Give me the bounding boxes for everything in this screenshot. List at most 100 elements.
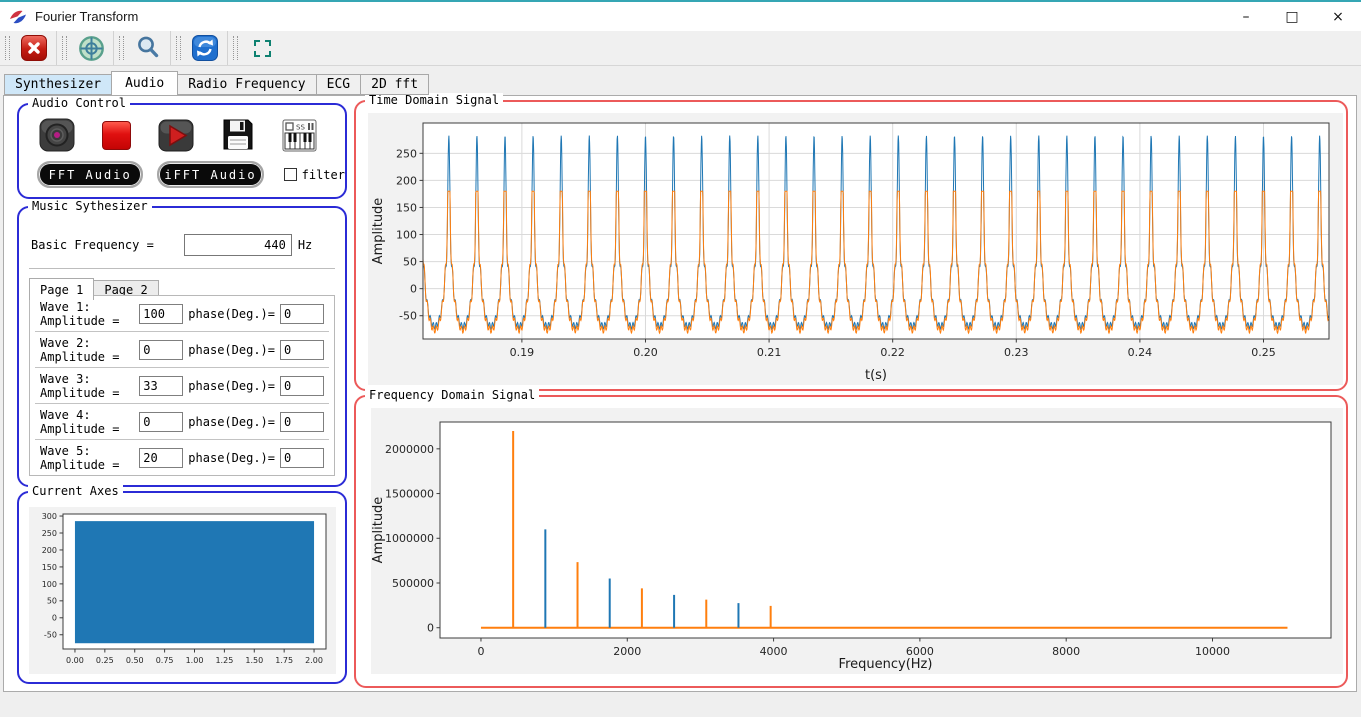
tab-label: Synthesizer xyxy=(15,77,102,92)
svg-text:150: 150 xyxy=(396,201,417,214)
toolbar-drag-handle[interactable] xyxy=(119,36,124,60)
wave-phase-input[interactable] xyxy=(280,375,324,396)
toolbar xyxy=(0,31,1361,66)
filter-checkbox[interactable] xyxy=(283,168,297,181)
toolbar-drag-handle[interactable] xyxy=(62,36,67,60)
wave-row: Wave 1: Amplitude = phase(Deg.)= xyxy=(35,296,329,331)
group-title: Current Axes xyxy=(28,484,123,499)
wave-amplitude-label: Wave 4: Amplitude = xyxy=(40,407,120,436)
tab-label: ECG xyxy=(326,77,351,92)
piano-icon[interactable]: SS xyxy=(282,119,317,152)
svg-text:1500000: 1500000 xyxy=(385,488,434,501)
close-tool-button[interactable] xyxy=(19,33,49,63)
svg-text:10000: 10000 xyxy=(1195,645,1230,658)
play-icon[interactable] xyxy=(158,119,194,152)
audio-tab-page: Audio Control SS FFT Audio iFFT Audio fi… xyxy=(3,93,1357,692)
toolbar-drag-handle[interactable] xyxy=(5,36,10,60)
main-tabbar: Synthesizer Audio Radio Frequency ECG 2D… xyxy=(4,71,430,95)
tab-label: Radio Frequency xyxy=(188,77,306,92)
svg-text:500000: 500000 xyxy=(392,577,434,590)
svg-text:1.25: 1.25 xyxy=(215,656,233,665)
maximize-button[interactable]: □ xyxy=(1269,2,1315,31)
refresh-tool-button[interactable] xyxy=(190,33,220,63)
wave-amplitude-input[interactable] xyxy=(139,447,184,468)
svg-text:0.24: 0.24 xyxy=(1128,346,1153,359)
tab-label: Page 1 xyxy=(40,282,84,297)
tab-ecg[interactable]: ECG xyxy=(315,74,362,95)
time-domain-group: Time Domain Signal 0.19 0.20 0.21 0.22 0.23 0… xyxy=(354,93,1348,391)
target-tool-button[interactable] xyxy=(76,33,106,63)
wave-row: Wave 5: Amplitude = phase(Deg.)= xyxy=(35,439,329,475)
group-title: Audio Control xyxy=(28,96,130,111)
svg-text:1.00: 1.00 xyxy=(186,656,204,665)
svg-text:100: 100 xyxy=(396,228,417,241)
save-icon[interactable] xyxy=(220,118,255,152)
close-button[interactable]: × xyxy=(1315,2,1361,31)
svg-text:-50: -50 xyxy=(399,310,417,323)
svg-text:0.22: 0.22 xyxy=(880,346,905,359)
svg-text:200: 200 xyxy=(42,546,57,555)
svg-text:1000000: 1000000 xyxy=(385,532,434,545)
stop-icon[interactable] xyxy=(101,120,131,150)
toolbar-drag-handle[interactable] xyxy=(176,36,181,60)
wave-phase-input[interactable] xyxy=(280,447,324,468)
svg-text:200: 200 xyxy=(396,174,417,187)
svg-text:0.00: 0.00 xyxy=(66,656,84,665)
zoom-tool-button[interactable] xyxy=(133,33,163,63)
tab-radio-frequency[interactable]: Radio Frequency xyxy=(177,74,317,95)
frequency-unit-label: Hz xyxy=(297,238,313,252)
wave-phase-label: phase(Deg.)= xyxy=(188,378,275,393)
tab-page-1[interactable]: Page 1 xyxy=(29,278,95,300)
svg-text:0.21: 0.21 xyxy=(757,346,782,359)
wave-amplitude-input[interactable] xyxy=(139,303,184,324)
region-select-icon xyxy=(253,39,271,57)
svg-text:0.20: 0.20 xyxy=(633,346,658,359)
tab-2d-fft[interactable]: 2D fft xyxy=(360,74,430,95)
wave-phase-label: phase(Deg.)= xyxy=(188,306,275,321)
tab-audio[interactable]: Audio xyxy=(111,71,179,95)
svg-text:0.25: 0.25 xyxy=(96,656,114,665)
svg-text:0.75: 0.75 xyxy=(156,656,174,665)
target-icon xyxy=(78,35,104,61)
tab-synthesizer[interactable]: Synthesizer xyxy=(4,74,113,95)
audio-control-group: Audio Control SS FFT Audio iFFT Audio fi… xyxy=(17,96,347,199)
svg-text:2000000: 2000000 xyxy=(385,443,434,456)
svg-text:8000: 8000 xyxy=(1052,645,1080,658)
divider xyxy=(29,268,335,269)
group-title: Frequency Domain Signal xyxy=(365,388,540,403)
toolbar-drag-handle[interactable] xyxy=(233,36,238,60)
svg-text:Amplitude: Amplitude xyxy=(371,497,386,564)
basic-frequency-input[interactable] xyxy=(183,234,292,256)
wave-amplitude-input[interactable] xyxy=(139,411,184,432)
svg-text:0: 0 xyxy=(477,645,484,658)
wave-row: Wave 4: Amplitude = phase(Deg.)= xyxy=(35,403,329,439)
wave-phase-input[interactable] xyxy=(280,411,324,432)
svg-text:150: 150 xyxy=(42,563,57,572)
fft-audio-button[interactable]: FFT Audio xyxy=(37,161,144,188)
tab-label: 2D fft xyxy=(371,77,419,92)
wave-phase-input[interactable] xyxy=(280,339,324,360)
svg-text:50: 50 xyxy=(403,256,417,269)
svg-text:Frequency(Hz): Frequency(Hz) xyxy=(839,657,933,672)
svg-text:SS: SS xyxy=(296,123,305,131)
svg-text:300: 300 xyxy=(42,512,57,521)
svg-text:0.23: 0.23 xyxy=(1004,346,1029,359)
window-accent-line xyxy=(0,0,1361,2)
wave-phase-label: phase(Deg.)= xyxy=(188,450,275,465)
group-title: Time Domain Signal xyxy=(365,93,504,108)
time-domain-chart: 0.19 0.20 0.21 0.22 0.23 0.24 0.25 -50 0 50 100 150… xyxy=(368,113,1343,389)
record-icon[interactable] xyxy=(39,118,75,152)
svg-text:0: 0 xyxy=(52,614,57,623)
svg-text:2000: 2000 xyxy=(613,645,641,658)
wave-amplitude-label: Wave 1: Amplitude = xyxy=(40,299,120,328)
wave-phase-input[interactable] xyxy=(280,303,324,324)
ifft-audio-button[interactable]: iFFT Audio xyxy=(157,161,264,188)
svg-text:-50: -50 xyxy=(44,631,57,640)
region-select-tool-button[interactable] xyxy=(247,33,277,63)
svg-text:250: 250 xyxy=(42,529,57,538)
refresh-icon xyxy=(192,35,218,61)
close-icon xyxy=(21,35,47,61)
wave-amplitude-input[interactable] xyxy=(139,339,184,360)
wave-amplitude-input[interactable] xyxy=(139,375,184,396)
minimize-button[interactable]: – xyxy=(1223,2,1269,31)
